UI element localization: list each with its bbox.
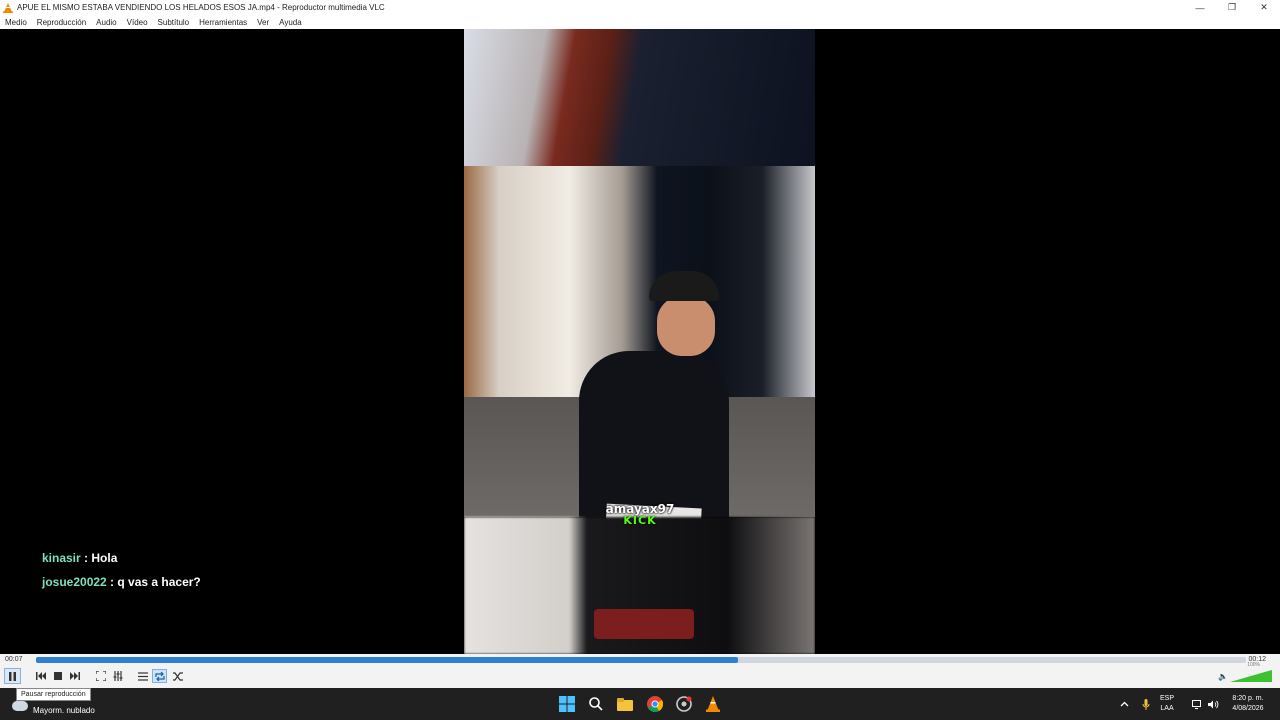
fullscreen-button[interactable] (93, 669, 108, 683)
chrome-icon (647, 696, 663, 712)
skip-previous-icon (35, 672, 46, 680)
person-face (657, 296, 715, 356)
volume-percent: 100% (1247, 662, 1260, 668)
menu-medio[interactable]: Medio (5, 18, 27, 27)
shuffle-icon (172, 671, 183, 681)
volume-control[interactable]: 🔈 100% (1218, 662, 1272, 682)
chevron-up-icon (1120, 701, 1129, 707)
seek-bar[interactable] (36, 657, 1246, 663)
person-shirt (579, 351, 729, 517)
menu-ayuda[interactable]: Ayuda (279, 18, 302, 27)
language-indicator[interactable]: ESP LAA (1160, 694, 1174, 714)
skip-next-icon (69, 672, 80, 680)
speaker-icon[interactable]: 🔈 (1218, 672, 1228, 681)
pause-button[interactable] (4, 668, 21, 684)
tray-overflow-chevron[interactable] (1120, 688, 1129, 720)
chat-text: : q vas a hacer? (106, 575, 201, 589)
person-cap (649, 271, 719, 301)
loop-icon (154, 671, 165, 681)
taskbar-file-explorer[interactable] (615, 694, 635, 714)
menu-herramientas[interactable]: Herramientas (199, 18, 247, 27)
player-controls: 00:07 00:12 🔈 100% (0, 654, 1280, 688)
video-segment-top (464, 29, 815, 166)
taskbar-chrome-profile[interactable] (674, 694, 694, 714)
title-bar: APUE EL MISMO ESTABA VENDIENDO LOS HELAD… (0, 0, 1280, 15)
equalizer-icon (113, 671, 122, 681)
video-segment-middle (464, 166, 815, 614)
vlc-cone-icon (706, 696, 720, 712)
menu-ver[interactable]: Ver (257, 18, 269, 27)
chrome-alt-icon (676, 696, 692, 712)
cart-handle (594, 609, 694, 639)
taskbar-clock[interactable]: 8:20 p. m. 4/08/2026 (1222, 694, 1274, 714)
previous-button[interactable] (33, 669, 48, 683)
clock-time: 8:20 p. m. (1232, 695, 1264, 702)
fullscreen-icon (95, 671, 106, 681)
shuffle-button[interactable] (170, 669, 185, 683)
menu-bar: Medio Reproducción Audio Vídeo Subtítulo… (0, 15, 1280, 29)
microphone-icon (1142, 698, 1150, 710)
menu-audio[interactable]: Audio (96, 18, 116, 27)
loop-button[interactable] (152, 669, 167, 683)
chat-message: kinasir : Hola (42, 551, 117, 565)
tooltip: Pausar reproducción (16, 688, 91, 701)
microphone-indicator[interactable] (1142, 688, 1150, 720)
chat-message: josue20022 : q vas a hacer? (42, 575, 201, 589)
volume-slider[interactable] (1230, 670, 1272, 682)
cloud-icon (12, 700, 28, 711)
menu-video[interactable]: Vídeo (127, 18, 148, 27)
person-figure (549, 271, 729, 614)
folder-icon (617, 697, 633, 711)
volume-slider-fill (1230, 670, 1272, 682)
extended-settings-button[interactable] (110, 669, 125, 683)
taskbar: Mayorm. nublado ESP LAA 8:20 p. m. 4/08/… (0, 688, 1280, 720)
volume-indicator[interactable] (1208, 688, 1219, 720)
taskbar-search[interactable] (586, 694, 606, 714)
weather-text: Mayorm. nublado (33, 706, 95, 715)
menu-subtitulo[interactable]: Subtítulo (158, 18, 190, 27)
watermark-kick-logo: KICK (623, 514, 657, 527)
chat-text: : Hola (80, 551, 118, 565)
network-icon (1192, 699, 1201, 709)
streamer-watermark: amayax97 KICK (604, 503, 676, 527)
chat-username: josue20022 (42, 575, 107, 589)
start-button[interactable] (557, 694, 577, 714)
window-title: APUE EL MISMO ESTABA VENDIENDO LOS HELAD… (17, 3, 385, 12)
keyboard-layout: LAA (1160, 705, 1174, 712)
windows-logo-icon (559, 696, 575, 712)
elapsed-time: 00:07 (5, 656, 23, 663)
video-area[interactable]: amayax97 KICK kinasir : Hola josue20022 … (0, 29, 1280, 654)
chat-username: kinasir (42, 551, 81, 565)
taskbar-vlc[interactable] (703, 694, 723, 714)
taskbar-chrome[interactable] (645, 694, 665, 714)
stop-icon (53, 672, 62, 680)
language-code: ESP (1160, 695, 1175, 702)
stop-button[interactable] (50, 669, 65, 683)
playlist-button[interactable] (135, 669, 150, 683)
minimize-button[interactable]: — (1184, 0, 1216, 15)
playlist-icon (137, 671, 148, 681)
menu-reproduccion[interactable]: Reproducción (37, 18, 86, 27)
video-frame: amayax97 KICK (464, 29, 815, 654)
network-indicator[interactable] (1192, 688, 1203, 720)
speaker-icon (1208, 700, 1219, 708)
vlc-cone-icon (3, 2, 13, 13)
next-button[interactable] (67, 669, 82, 683)
maximize-button[interactable]: ❐ (1216, 0, 1248, 15)
search-icon (589, 697, 603, 711)
pause-icon (9, 671, 16, 681)
close-button[interactable]: ✕ (1248, 0, 1280, 15)
clock-date: 4/08/2026 (1232, 705, 1264, 712)
seek-bar-fill (36, 657, 738, 663)
